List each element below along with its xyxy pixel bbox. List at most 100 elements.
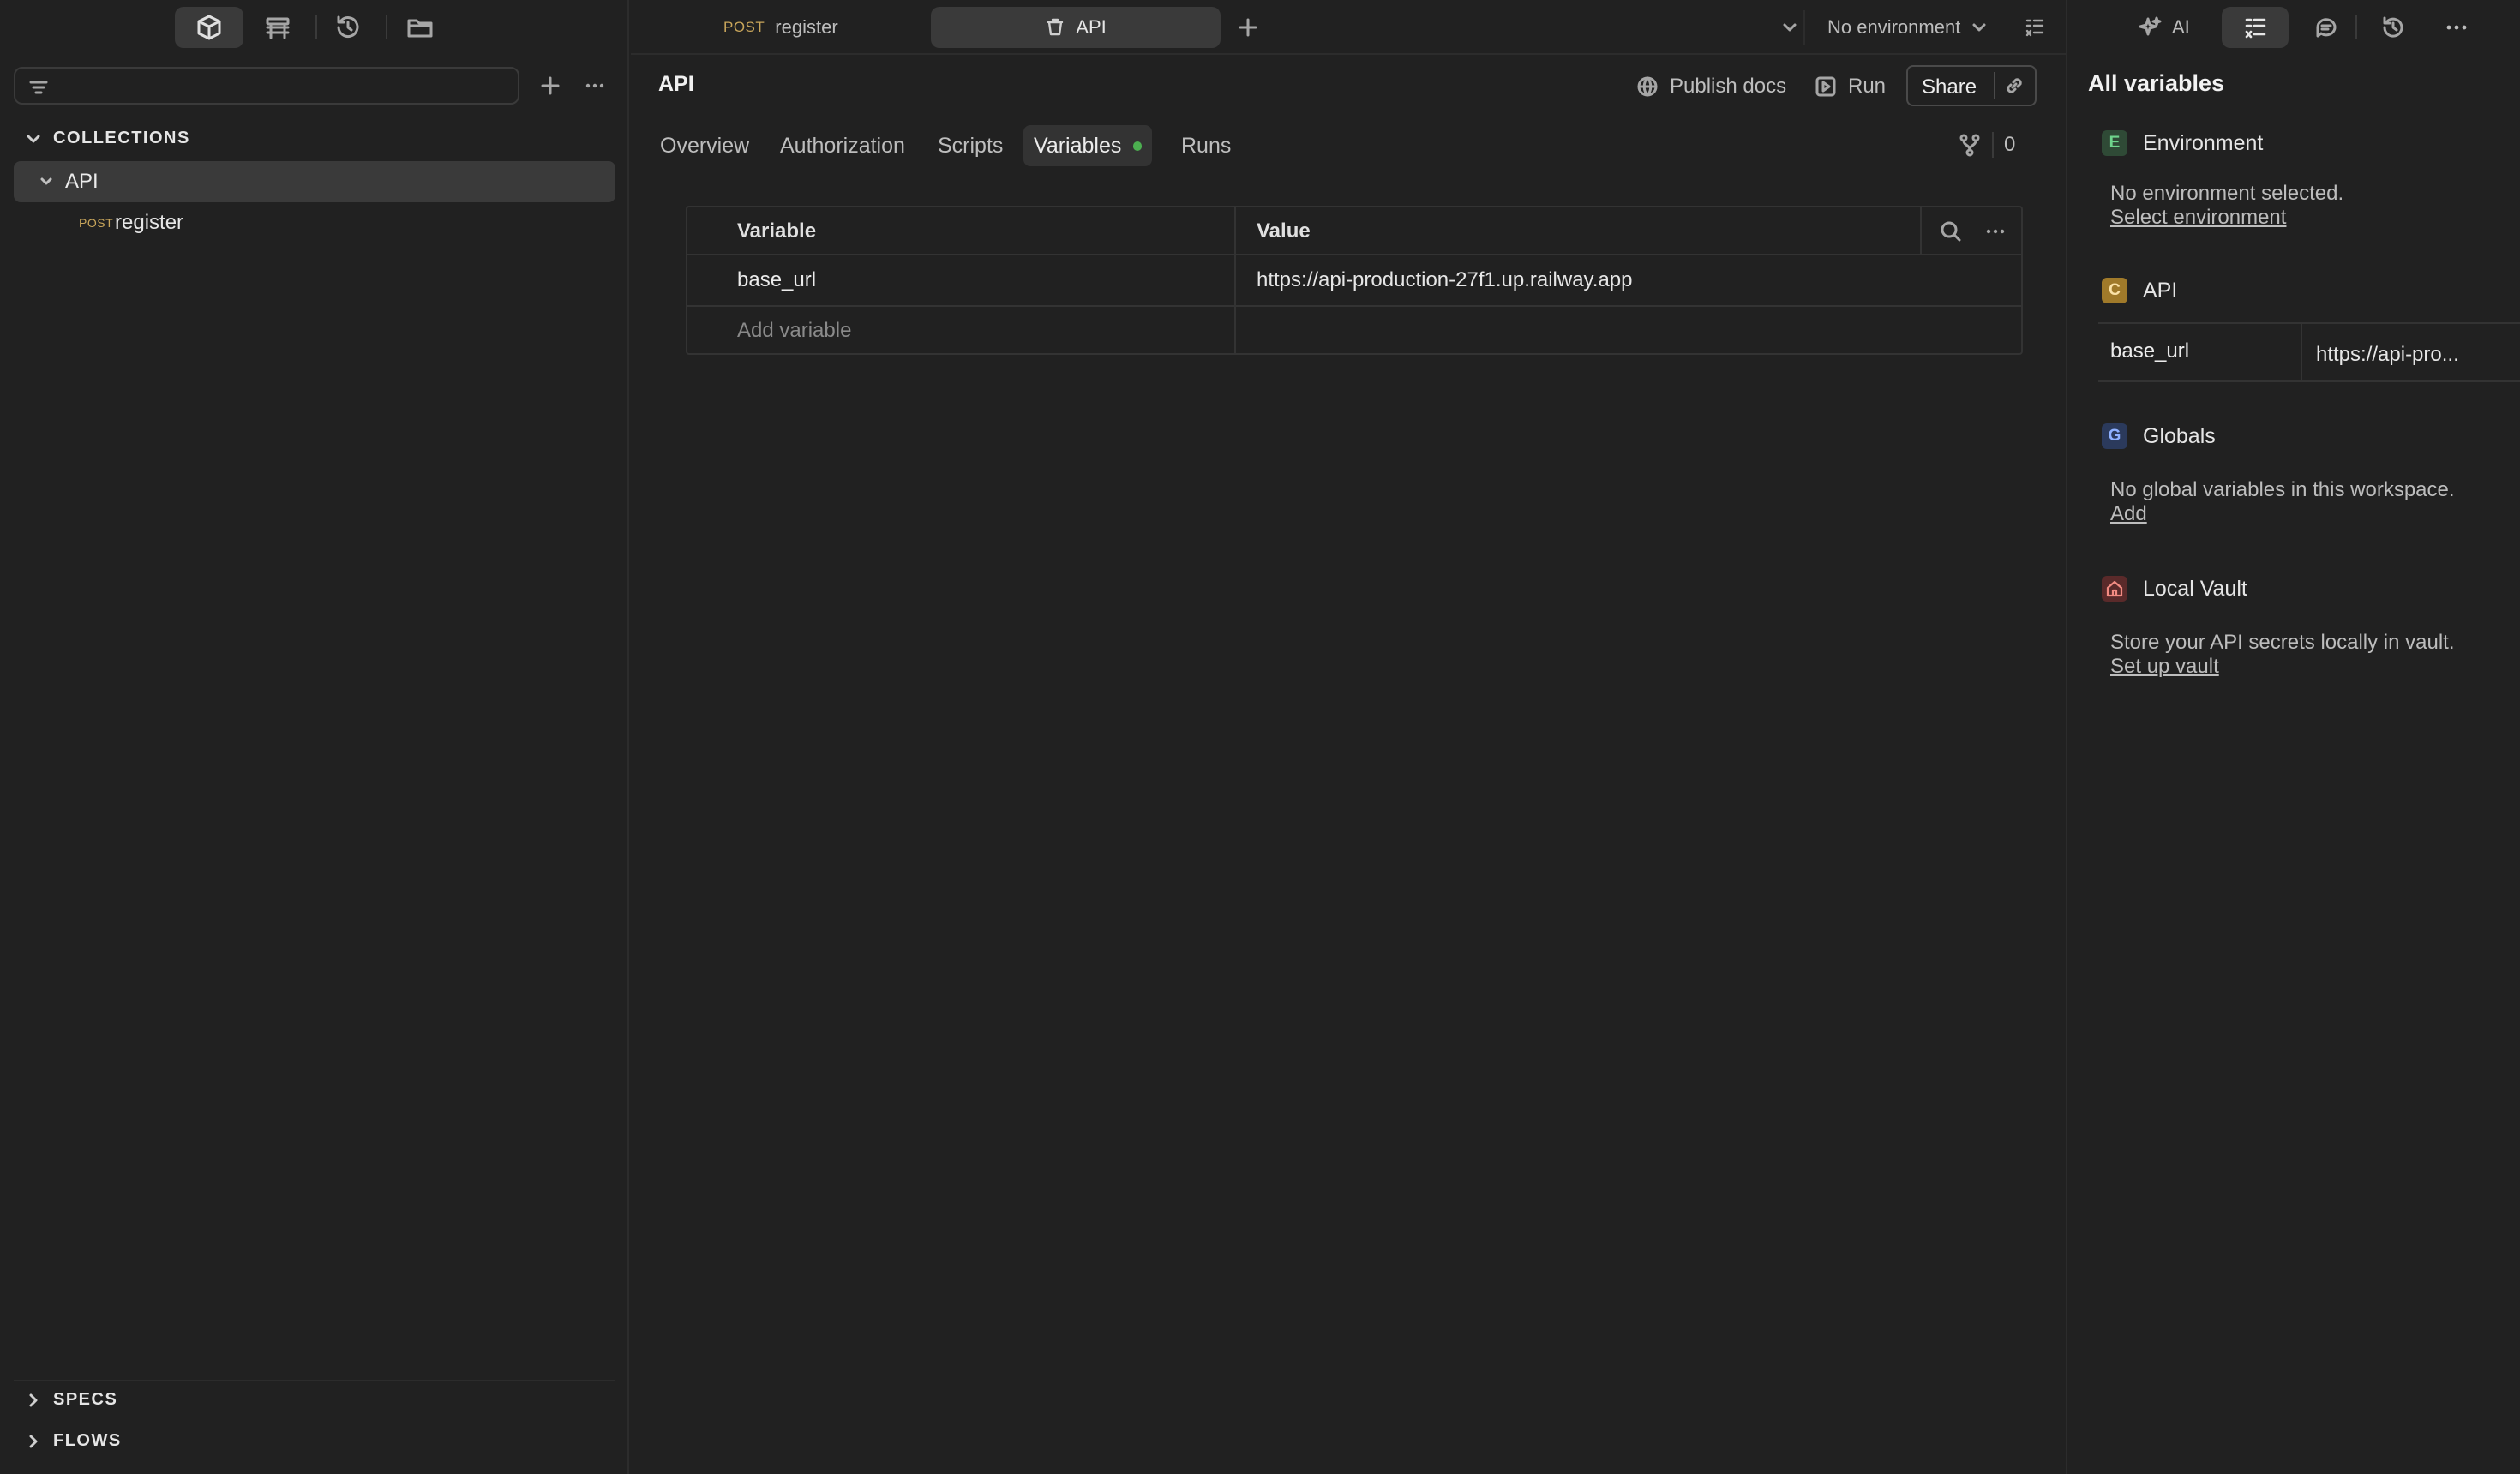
variables-list-icon — [2245, 18, 2266, 39]
tab-api[interactable]: API — [931, 7, 1221, 48]
environments-icon[interactable] — [243, 7, 312, 48]
publish-docs-label: Publish docs — [1670, 75, 1787, 98]
vault-scope-label: Local Vault — [2143, 576, 2247, 601]
tab-runs[interactable]: Runs — [1171, 125, 1241, 166]
history-icon — [2383, 16, 2403, 38]
chevron-down-icon — [1783, 23, 1797, 32]
add-variable-input[interactable]: Add variable — [737, 307, 851, 355]
filter-icon — [29, 81, 48, 94]
more-icon — [1986, 229, 2005, 234]
sparkle-icon — [2139, 16, 2162, 36]
fork-icon — [1959, 134, 1980, 157]
tab-variables[interactable]: Variables — [1023, 125, 1152, 166]
divider — [1994, 72, 1995, 99]
chevron-right-icon — [29, 1393, 38, 1406]
fork-count-button[interactable]: 0 — [1958, 125, 2015, 165]
comments-button[interactable] — [2292, 7, 2361, 48]
no-environment-message: No environment selected. — [2110, 182, 2344, 205]
run-button[interactable]: Run — [1814, 67, 1886, 106]
no-globals-message: No global variables in this workspace. — [2110, 478, 2455, 501]
variable-value-cell[interactable]: https://api-production-27f1.up.railway.a… — [1257, 255, 1632, 305]
variable-name-cell[interactable]: base_url — [737, 255, 816, 305]
collections-section-toggle[interactable]: COLLECTIONS — [26, 129, 190, 148]
table-more-button[interactable] — [1977, 213, 2014, 250]
globe-icon — [1637, 76, 1658, 97]
share-button-group: Share — [1906, 65, 2037, 106]
globals-scope-header: G Globals — [2102, 423, 2216, 449]
setup-vault-link[interactable]: Set up vault — [2110, 655, 2219, 679]
vault-message: Store your API secrets locally in vault. — [2110, 631, 2455, 654]
tree-item-api-collection[interactable]: API — [14, 161, 615, 202]
tab-label: Overview — [660, 133, 750, 158]
column-divider — [1234, 207, 1236, 353]
ai-button[interactable]: AI — [2138, 7, 2190, 48]
vault-scope-header: Local Vault — [2102, 576, 2247, 602]
new-tab-button[interactable] — [1229, 9, 1267, 46]
variables-list-icon — [2025, 19, 2044, 37]
tab-label: Scripts — [938, 133, 1004, 158]
request-method-badge: POST — [79, 216, 114, 230]
run-label: Run — [1848, 75, 1887, 98]
flows-section-toggle[interactable]: FLOWS — [26, 1431, 122, 1451]
globals-scope-label: Globals — [2143, 423, 2216, 448]
link-icon[interactable] — [2002, 74, 2026, 98]
globals-badge: G — [2102, 423, 2127, 449]
collections-icon[interactable] — [175, 7, 243, 48]
variables-panel-button[interactable] — [2222, 7, 2289, 48]
tab-overview[interactable]: Overview — [660, 125, 749, 166]
specs-section-label: SPECS — [53, 1390, 118, 1409]
select-environment-link[interactable]: Select environment — [2110, 206, 2286, 230]
collection-variable-row[interactable]: base_url https://api-pro... — [2098, 322, 2520, 382]
environment-quicklook-button[interactable] — [2016, 9, 2054, 46]
tab-scripts[interactable]: Scripts — [938, 125, 1003, 166]
chevron-down-icon — [27, 135, 40, 142]
divider — [1992, 132, 1994, 158]
sidebar-more-button[interactable] — [576, 67, 614, 105]
page-title: API — [658, 72, 694, 96]
tab-label: register — [775, 16, 838, 38]
environment-badge: E — [2102, 130, 2127, 156]
column-divider — [1920, 207, 1922, 255]
flows-section-label: FLOWS — [53, 1431, 122, 1450]
collection-badge: C — [2102, 278, 2127, 303]
tab-method-badge: POST — [723, 19, 765, 35]
history-icon[interactable] — [314, 7, 382, 48]
comment-icon — [2316, 18, 2337, 38]
collection-scope-header: C API — [2102, 278, 2177, 303]
tab-bar: POST register API No environment — [631, 0, 2066, 55]
more-options-button[interactable] — [2422, 7, 2491, 48]
changelog-button[interactable] — [2359, 7, 2427, 48]
environment-selector[interactable]: No environment — [1827, 7, 2026, 48]
tab-authorization[interactable]: Authorization — [780, 125, 905, 166]
add-global-link[interactable]: Add — [2110, 502, 2147, 526]
chevron-right-icon — [29, 1435, 38, 1447]
left-sidebar: COLLECTIONS API POST register SPECS FLOW… — [0, 0, 629, 1474]
table-header — [687, 207, 2021, 255]
chevron-down-icon — [1972, 23, 1986, 32]
play-icon — [1815, 76, 1836, 97]
publish-docs-button[interactable]: Publish docs — [1635, 67, 1786, 106]
collection-tab-icon — [1047, 18, 1064, 36]
variables-table: Variable Value base_url https://api-prod… — [686, 206, 2023, 355]
files-icon[interactable] — [386, 7, 454, 48]
specs-section-toggle[interactable]: SPECS — [26, 1390, 117, 1410]
search-icon — [1941, 221, 1961, 242]
tab-label: Authorization — [780, 133, 905, 158]
divider — [1803, 10, 1805, 45]
column-divider — [2301, 324, 2302, 380]
share-button[interactable]: Share — [1922, 75, 1977, 99]
collection-var-name: base_url — [2110, 339, 2190, 363]
tree-item-register-request[interactable]: POST register — [14, 202, 615, 243]
request-name: register — [115, 211, 184, 234]
row-divider — [687, 305, 2021, 307]
sidebar-search-input[interactable] — [14, 67, 519, 105]
variables-status-dot — [1133, 141, 1142, 151]
vault-icon — [2102, 576, 2127, 602]
header-value: Value — [1257, 219, 1311, 243]
tab-label: Variables — [1034, 133, 1122, 158]
divider — [2355, 15, 2357, 39]
tab-label: API — [1076, 16, 1107, 38]
right-panel: AI All variables E Environment No enviro… — [2066, 0, 2520, 1474]
add-collection-button[interactable] — [531, 67, 569, 105]
table-search-button[interactable] — [1932, 213, 1970, 250]
